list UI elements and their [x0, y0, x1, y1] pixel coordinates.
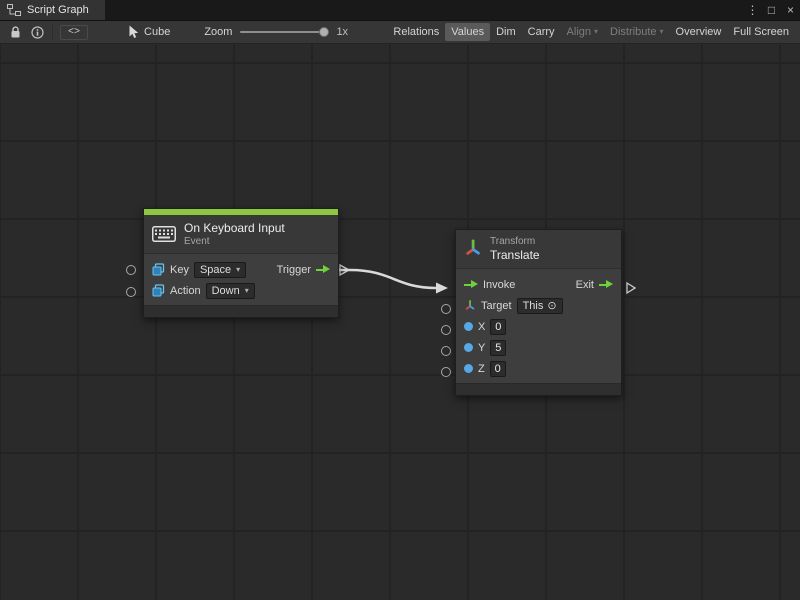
node-body: Invoke Exit Target This ⊙ [456, 268, 621, 383]
enum-type-icon [152, 284, 165, 297]
node-header[interactable]: On Keyboard Input Event [144, 215, 338, 253]
zoom-slider-handle[interactable] [319, 27, 329, 37]
chevron-down-icon: ▾ [594, 28, 598, 36]
relations-button[interactable]: Relations [387, 23, 445, 41]
key-dropdown[interactable]: Space ▾ [194, 262, 246, 278]
node-translate[interactable]: Transform Translate Invoke Exit [455, 229, 622, 396]
keyboard-icon [152, 226, 176, 242]
port-label-trigger: Trigger [277, 264, 311, 276]
zoom-slider[interactable] [240, 31, 328, 33]
axis-icon [464, 299, 476, 313]
scene-object-icon: ⊙ [547, 299, 556, 312]
wire-layer [0, 45, 800, 600]
port-row-y: Y 5 [456, 337, 621, 358]
key-input-socket[interactable] [126, 265, 136, 275]
zoom-control: Zoom 1x [204, 26, 348, 38]
chevron-down-icon: ▾ [660, 28, 664, 36]
port-label-z: Z [478, 363, 485, 375]
port-label-key: Key [170, 264, 189, 276]
exit-direction-icon [627, 283, 635, 293]
port-row-key: Key Space ▾ Trigger [144, 259, 338, 280]
window-menu-kebab-icon[interactable]: ⋮ [743, 0, 762, 20]
distribute-button-label: Distribute [610, 26, 656, 38]
port-row-target: Target This ⊙ [456, 295, 621, 316]
graph-icon [7, 4, 21, 16]
port-label-action: Action [170, 285, 201, 297]
fullscreen-button[interactable]: Full Screen [727, 23, 795, 41]
node-footer [456, 383, 621, 395]
align-button[interactable]: Align ▾ [561, 23, 604, 41]
x-value-port-icon[interactable] [464, 322, 473, 331]
chevron-down-icon: ▾ [236, 266, 240, 274]
values-button[interactable]: Values [445, 23, 490, 41]
port-row-action: Action Down ▾ [144, 280, 338, 301]
info-icon[interactable] [26, 21, 49, 43]
key-dropdown-value: Space [200, 264, 231, 276]
zoom-value: 1x [336, 26, 348, 38]
transform-icon [464, 238, 482, 260]
x-input-socket[interactable] [441, 325, 451, 335]
carry-button[interactable]: Carry [522, 23, 561, 41]
dim-button[interactable]: Dim [490, 23, 522, 41]
cursor-icon [128, 25, 139, 39]
graph-target-breadcrumb[interactable]: Cube [128, 25, 170, 39]
node-subtitle: Event [184, 236, 285, 247]
port-label-invoke: Invoke [483, 279, 515, 291]
window-close-icon[interactable]: × [781, 0, 800, 20]
wire-arrowhead-icon [436, 283, 448, 294]
target-value-label: This [523, 300, 544, 312]
action-dropdown[interactable]: Down ▾ [206, 283, 255, 299]
action-dropdown-value: Down [212, 285, 240, 297]
align-button-label: Align [567, 26, 591, 38]
target-input-socket[interactable] [441, 304, 451, 314]
port-label-x: X [478, 321, 485, 333]
overview-button[interactable]: Overview [670, 23, 728, 41]
node-header[interactable]: Transform Translate [456, 230, 621, 268]
action-input-socket[interactable] [126, 287, 136, 297]
z-value-port-icon[interactable] [464, 364, 473, 373]
target-value-button[interactable]: This ⊙ [517, 298, 563, 314]
chevron-down-icon: ▾ [245, 287, 249, 295]
graph-toolbar: <> Cube Zoom 1x Relations Values Dim Car… [0, 21, 800, 44]
node-category: Transform [490, 236, 540, 247]
graph-target-label: Cube [144, 26, 170, 38]
trigger-flow-port[interactable] [316, 265, 330, 275]
tab-script-graph[interactable]: Script Graph [0, 0, 105, 20]
port-label-y: Y [478, 342, 485, 354]
code-preview-button[interactable]: <> [60, 25, 88, 40]
window-maximize-icon[interactable]: □ [762, 0, 781, 20]
titlebar: Script Graph ⋮ □ × [0, 0, 800, 21]
graph-canvas[interactable]: On Keyboard Input Event Key Space ▾ Tri [0, 45, 800, 600]
toolbar-separator [52, 25, 53, 39]
invoke-flow-port[interactable] [464, 280, 478, 290]
node-body: Key Space ▾ Trigger Action Do [144, 253, 338, 305]
node-on-keyboard-input[interactable]: On Keyboard Input Event Key Space ▾ Tri [143, 208, 339, 318]
enum-type-icon [152, 263, 165, 276]
y-value-port-icon[interactable] [464, 343, 473, 352]
exit-flow-port[interactable] [599, 280, 613, 290]
tab-title: Script Graph [27, 4, 89, 16]
z-value-field[interactable]: 0 [490, 361, 506, 377]
node-title: On Keyboard Input [184, 221, 285, 235]
y-value-field[interactable]: 5 [490, 340, 506, 356]
port-label-exit: Exit [576, 279, 594, 291]
distribute-button[interactable]: Distribute ▾ [604, 23, 669, 41]
x-value-field[interactable]: 0 [490, 319, 506, 335]
port-row-x: X 0 [456, 316, 621, 337]
lock-icon[interactable] [5, 21, 26, 43]
node-footer [144, 305, 338, 317]
z-input-socket[interactable] [441, 367, 451, 377]
titlebar-drag-area [105, 0, 743, 20]
port-label-target: Target [481, 300, 512, 312]
y-input-socket[interactable] [441, 346, 451, 356]
node-title: Translate [490, 248, 540, 262]
connection-wire[interactable] [333, 270, 436, 288]
port-row-invoke: Invoke Exit [456, 274, 621, 295]
port-row-z: Z 0 [456, 358, 621, 379]
zoom-label: Zoom [204, 26, 232, 38]
